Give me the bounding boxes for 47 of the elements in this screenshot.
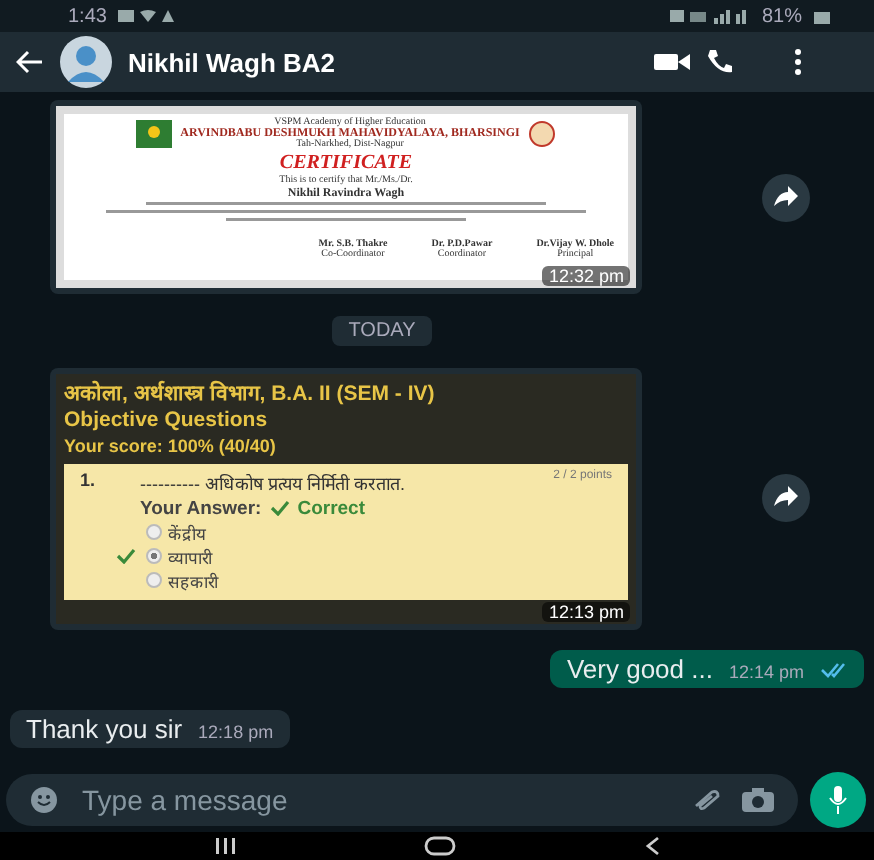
- phone-icon[interactable]: [706, 48, 734, 76]
- back-arrow-icon[interactable]: [16, 50, 44, 74]
- microphone-icon: [828, 785, 848, 814]
- message-time: 12:13 pm: [542, 601, 630, 622]
- forward-icon[interactable]: [762, 474, 810, 523]
- message-field[interactable]: Type a message: [6, 773, 798, 826]
- video-call-icon[interactable]: [654, 52, 690, 72]
- check-icon: [116, 548, 136, 565]
- battery-percent: 81%: [761, 5, 802, 27]
- battery-icon: [814, 8, 830, 24]
- message-input[interactable]: Type a message: [78, 781, 670, 818]
- message-bubble[interactable]: Thank you sir 12:18 pm: [10, 710, 290, 749]
- back-icon[interactable]: [644, 836, 661, 856]
- message-text: Very good ...: [566, 654, 713, 685]
- quiz-score: Your score: 100% (40/40): [64, 435, 278, 456]
- quiz-heading: अकोला, अर्थशास्त्र विभाग, B.A. II (SEM - IV): [64, 378, 437, 406]
- camera-icon[interactable]: [742, 787, 774, 812]
- forward-icon[interactable]: [762, 173, 810, 221]
- signal-icon: [669, 8, 750, 24]
- check-icon: [269, 500, 290, 517]
- question-text: ---------- अधिकोष प्रत्यय निर्मिती करतात.: [140, 471, 407, 496]
- emoji-icon[interactable]: [30, 785, 58, 814]
- message-time: 12:18 pm: [198, 722, 274, 743]
- paperclip-icon[interactable]: [690, 787, 722, 812]
- option-label: सहकारी: [168, 569, 218, 592]
- microphone-button[interactable]: [810, 771, 866, 828]
- message-time: 12:14 pm: [728, 662, 804, 683]
- certificate-title: CERTIFICATE: [279, 152, 413, 174]
- message-time: 12:32 pm: [542, 266, 630, 286]
- recent-apps-icon[interactable]: [213, 836, 238, 856]
- answer-verdict: Correct: [297, 497, 365, 520]
- contact-name[interactable]: Nikhil Wagh BA2: [128, 47, 336, 77]
- question-number: 1.: [80, 469, 98, 490]
- college-logo-icon: [136, 120, 173, 148]
- quiz-subheading: Objective Questions: [64, 407, 270, 432]
- message-bubble[interactable]: Very good ... 12:14 pm: [550, 650, 864, 689]
- option-label: केंद्रीय: [168, 521, 206, 544]
- answer-label: Your Answer:: [140, 497, 262, 520]
- message-text: Thank you sir: [26, 714, 183, 745]
- notification-icons: [118, 8, 179, 24]
- date-chip: TODAY: [332, 315, 432, 346]
- home-icon[interactable]: [424, 836, 457, 856]
- option-label: व्यापारी: [168, 545, 212, 568]
- seal-icon: [527, 120, 556, 148]
- avatar-icon[interactable]: [60, 36, 112, 88]
- status-time: 1:43: [68, 5, 107, 27]
- more-options-icon[interactable]: [794, 48, 802, 76]
